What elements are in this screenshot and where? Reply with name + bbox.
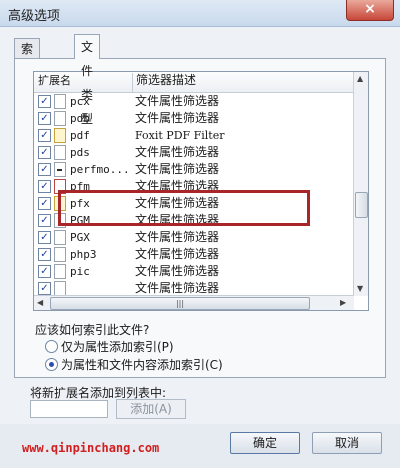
window-title: 高级选项	[8, 9, 61, 24]
row-checkbox[interactable]: ✓	[38, 146, 51, 159]
table-row[interactable]: ✓ pfx 文件属性筛选器	[34, 195, 354, 212]
row-description: 文件属性筛选器	[135, 213, 220, 227]
scroll-left-arrow-icon[interactable]: ◀	[37, 298, 43, 307]
row-extension: pcx	[70, 95, 90, 108]
file-icon	[54, 111, 66, 126]
row-description: 文件属性筛选器	[135, 111, 220, 125]
table-row[interactable]: ✓ PGX 文件属性筛选器	[34, 229, 354, 246]
table-row[interactable]: ✓ pds 文件属性筛选器	[34, 144, 354, 161]
pdf-file-icon	[54, 128, 66, 143]
radio-properties-and-contents[interactable]	[45, 358, 58, 371]
row-checkbox[interactable]: ✓	[38, 231, 51, 244]
cancel-button[interactable]: 取消	[312, 432, 382, 454]
row-description: 文件属性筛选器	[135, 94, 220, 108]
row-description: 文件属性筛选器	[135, 264, 220, 278]
row-extension: PGM	[70, 214, 90, 227]
horizontal-scroll-thumb[interactable]: |||	[50, 297, 310, 310]
file-icon	[54, 281, 66, 296]
row-extension: php3	[70, 248, 97, 261]
row-description: 文件属性筛选器	[135, 162, 220, 176]
row-checkbox[interactable]: ✓	[38, 265, 51, 278]
table-row[interactable]: ✓ php3 文件属性筛选器	[34, 246, 354, 263]
radio-properties-and-contents-label[interactable]: 为属性和文件内容添加索引(C)	[61, 356, 223, 373]
row-extension: pfx	[70, 197, 90, 210]
ok-button[interactable]: 确定	[230, 432, 300, 454]
row-checkbox[interactable]: ✓	[38, 180, 51, 193]
file-icon	[54, 264, 66, 279]
row-description: 文件属性筛选器	[135, 247, 220, 261]
row-checkbox[interactable]: ✓	[38, 95, 51, 108]
row-description: 文件属性筛选器	[135, 145, 220, 159]
horizontal-scrollbar[interactable]: ◀ ||| ▶	[34, 295, 354, 310]
row-description: 文件属性筛选器	[135, 281, 220, 295]
perfmon-file-icon	[54, 162, 66, 177]
row-extension: pdb	[70, 112, 90, 125]
row-extension: pfm	[70, 180, 90, 193]
row-checkbox[interactable]: ✓	[38, 248, 51, 261]
row-checkbox[interactable]: ✓	[38, 282, 51, 295]
row-extension: pds	[70, 146, 90, 159]
row-checkbox[interactable]: ✓	[38, 197, 51, 210]
table-row[interactable]: ✓ pic 文件属性筛选器	[34, 263, 354, 280]
row-checkbox[interactable]: ✓	[38, 163, 51, 176]
scroll-up-arrow-icon[interactable]: ▲	[357, 74, 363, 83]
tab-file-types[interactable]: 文件类型	[74, 34, 101, 126]
row-extension: perfmo...	[70, 163, 130, 176]
file-icon	[54, 230, 66, 245]
column-header-filter-description[interactable]: 筛选器描述	[132, 73, 356, 93]
file-icon	[54, 94, 66, 109]
add-button[interactable]: 添加(A)	[116, 399, 186, 419]
table-row[interactable]: ✓ pfm 文件属性筛选器	[34, 178, 354, 195]
row-extension: PGX	[70, 231, 90, 244]
row-checkbox[interactable]: ✓	[38, 112, 51, 125]
vertical-scroll-thumb[interactable]	[355, 192, 368, 218]
close-button[interactable]: ×	[346, 0, 394, 21]
font-file-icon	[54, 179, 66, 194]
title-bar: 高级选项 ×	[0, 0, 400, 27]
file-types-panel: 扩展名 筛选器描述 ✓ pcx 文件属性筛选器 ✓ pdb 文件属性筛选器 ✓ …	[14, 58, 386, 378]
table-row[interactable]: ✓ perfmo... 文件属性筛选器	[34, 161, 354, 178]
row-checkbox[interactable]: ✓	[38, 214, 51, 227]
file-icon	[54, 145, 66, 160]
row-description: 文件属性筛选器	[135, 196, 220, 210]
new-extension-input[interactable]	[30, 400, 108, 418]
file-icon	[54, 213, 66, 228]
row-description: 文件属性筛选器	[135, 230, 220, 244]
file-icon	[54, 247, 66, 262]
site-watermark: www.qinpinchang.com	[22, 441, 160, 455]
row-description: Foxit PDF Filter	[135, 129, 225, 142]
scroll-right-arrow-icon[interactable]: ▶	[340, 298, 346, 307]
vertical-scrollbar[interactable]: ▲ ▼	[353, 72, 368, 296]
tab-index-settings[interactable]: 索引设置	[14, 38, 41, 116]
row-checkbox[interactable]: ✓	[38, 129, 51, 142]
scroll-down-arrow-icon[interactable]: ▼	[357, 284, 363, 293]
radio-properties-only[interactable]	[45, 340, 58, 353]
row-extension: pic	[70, 265, 90, 278]
radio-properties-only-label[interactable]: 仅为属性添加索引(P)	[61, 338, 174, 355]
table-row[interactable]: ✓ PGM 文件属性筛选器	[34, 212, 354, 229]
row-extension: pdf	[70, 129, 90, 142]
certificate-file-icon	[54, 196, 66, 211]
index-method-label: 应该如何索引此文件?	[35, 323, 150, 337]
row-description: 文件属性筛选器	[135, 179, 220, 193]
